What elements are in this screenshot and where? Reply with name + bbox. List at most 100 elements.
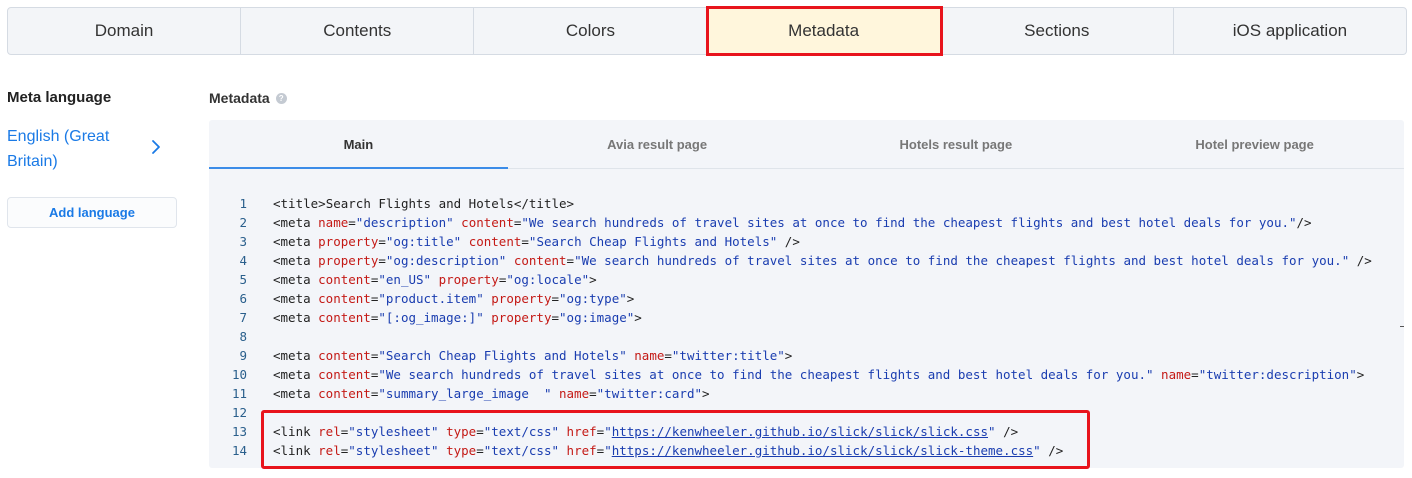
code-editor[interactable]: 1 <title>Search Flights and Hotels</title… bbox=[209, 194, 1404, 460]
chevron-right-icon bbox=[152, 140, 160, 154]
line-number: 11 bbox=[231, 386, 247, 401]
code-token: property bbox=[491, 291, 552, 306]
code-token: "text/css" bbox=[483, 443, 560, 458]
tab-metadata[interactable]: Metadata bbox=[705, 6, 943, 56]
code-token: "twitter:card" bbox=[596, 386, 702, 401]
code-token: /> bbox=[1040, 443, 1064, 458]
stylesheet-link[interactable]: https://kenwheeler.github.io/slick/slick… bbox=[612, 424, 988, 439]
code-token: " bbox=[1033, 443, 1041, 458]
code-token: "og:locale" bbox=[506, 272, 590, 287]
metadata-title: Metadata bbox=[209, 90, 270, 106]
code-token: <meta bbox=[273, 272, 319, 287]
code-token: > bbox=[784, 348, 793, 363]
tab-sections[interactable]: Sections bbox=[941, 8, 1174, 54]
code-token: name bbox=[559, 386, 590, 401]
code-token: /> bbox=[777, 234, 800, 249]
code-line: 6 <meta content="product.item" property="… bbox=[209, 289, 1404, 308]
code-token: "og:title" bbox=[385, 234, 462, 249]
line-number: 3 bbox=[239, 234, 247, 249]
subtab-avia-result-page[interactable]: Avia result page bbox=[508, 120, 807, 168]
code-token: "product.item" bbox=[378, 291, 484, 306]
code-line: 7 <meta content="[:og_image:]" property="… bbox=[209, 308, 1404, 327]
code-token: content bbox=[318, 386, 371, 401]
code-token: <meta bbox=[273, 253, 319, 268]
code-token: > bbox=[589, 272, 597, 287]
code-token: "Search Cheap Flights and Hotels" bbox=[528, 234, 778, 249]
code-token: <link bbox=[273, 443, 319, 458]
code-token: "og:type" bbox=[559, 291, 627, 306]
code-line: 3 <meta property="og:title" content="Sear… bbox=[209, 232, 1404, 251]
metadata-heading: Metadata ? bbox=[209, 90, 287, 106]
code-line: 10 <meta content = "We search hundreds of t… bbox=[209, 365, 1404, 384]
code-token: href bbox=[566, 424, 597, 439]
code-token: content bbox=[461, 215, 514, 230]
language-item-english[interactable]: English (Great Britain) bbox=[7, 124, 173, 176]
code-line: 13 <link rel="stylesheet" type="text/css"… bbox=[209, 422, 1404, 441]
stylesheet-theme-link[interactable]: https://kenwheeler.github.io/slick/slick… bbox=[612, 443, 1033, 458]
code-token: "stylesheet" bbox=[348, 424, 439, 439]
code-token: content bbox=[318, 348, 371, 363]
code-token: name bbox=[1161, 367, 1192, 382]
help-icon[interactable]: ? bbox=[275, 92, 287, 104]
code-token: content bbox=[318, 291, 371, 306]
line-number: 13 bbox=[231, 424, 247, 439]
code-token: property bbox=[438, 272, 499, 287]
code-token: "twitter:title" bbox=[671, 348, 785, 363]
code-token: content bbox=[318, 272, 371, 287]
code-token: = bbox=[664, 348, 672, 363]
code-token: = bbox=[476, 443, 484, 458]
code-token: content bbox=[513, 253, 567, 268]
code-token: > bbox=[1356, 367, 1365, 382]
metadata-editor-panel: Main Avia result page Hotels result page… bbox=[209, 120, 1404, 468]
code-token: </title> bbox=[513, 196, 575, 211]
code-token: <title> bbox=[273, 196, 326, 211]
scroll-marker bbox=[1400, 326, 1404, 327]
code-token: content bbox=[318, 310, 371, 325]
code-token: "[:og_image:]" bbox=[378, 310, 484, 325]
tab-ios-application[interactable]: iOS application bbox=[1174, 8, 1406, 54]
code-token: property bbox=[491, 310, 552, 325]
code-line: 12 bbox=[209, 403, 1404, 422]
tab-contents[interactable]: Contents bbox=[241, 8, 475, 54]
code-token: <meta bbox=[273, 310, 319, 325]
code-token: " bbox=[988, 424, 996, 439]
code-token: /> bbox=[1349, 253, 1372, 268]
code-token: "We search hundreds of travel sites at o… bbox=[378, 367, 1154, 382]
subtab-hotels-result-page[interactable]: Hotels result page bbox=[807, 120, 1106, 168]
subtab-hotel-preview-page[interactable]: Hotel preview page bbox=[1105, 120, 1404, 168]
line-number: 9 bbox=[239, 348, 247, 363]
code-line: 2 <meta name="description" content="We se… bbox=[209, 213, 1404, 232]
code-token: property bbox=[318, 234, 379, 249]
code-token: "We search hundreds of travel sites at o… bbox=[521, 215, 1297, 230]
code-token: > bbox=[634, 310, 642, 325]
code-token: <meta bbox=[273, 215, 319, 230]
line-number: 14 bbox=[231, 443, 247, 458]
code-token: <meta bbox=[273, 386, 319, 401]
tab-colors[interactable]: Colors bbox=[474, 8, 708, 54]
code-line: 14 <link rel="stylesheet" type="text/css"… bbox=[209, 441, 1404, 460]
code-token: rel bbox=[318, 424, 341, 439]
code-token: "summary_large_image " bbox=[378, 386, 552, 401]
code-token: "description" bbox=[355, 215, 454, 230]
code-token: = bbox=[551, 310, 560, 325]
tab-domain[interactable]: Domain bbox=[8, 8, 242, 54]
code-line: 1 <title>Search Flights and Hotels</title… bbox=[209, 194, 1404, 213]
meta-language-heading: Meta language bbox=[7, 89, 112, 106]
line-number: 4 bbox=[239, 253, 247, 268]
code-token: <meta bbox=[273, 234, 319, 249]
code-token: "text/css" bbox=[483, 424, 560, 439]
subtab-main[interactable]: Main bbox=[209, 120, 508, 169]
code-token: " bbox=[604, 443, 612, 458]
code-token: name bbox=[634, 348, 665, 363]
code-token: name bbox=[318, 215, 349, 230]
code-token: = bbox=[378, 234, 386, 249]
line-number: 1 bbox=[239, 196, 247, 211]
language-label: English (Great Britain) bbox=[7, 128, 110, 170]
settings-tab-bar: Domain Contents Colors Metadata Sections… bbox=[7, 6, 1407, 56]
add-language-button[interactable]: Add language bbox=[7, 197, 177, 228]
